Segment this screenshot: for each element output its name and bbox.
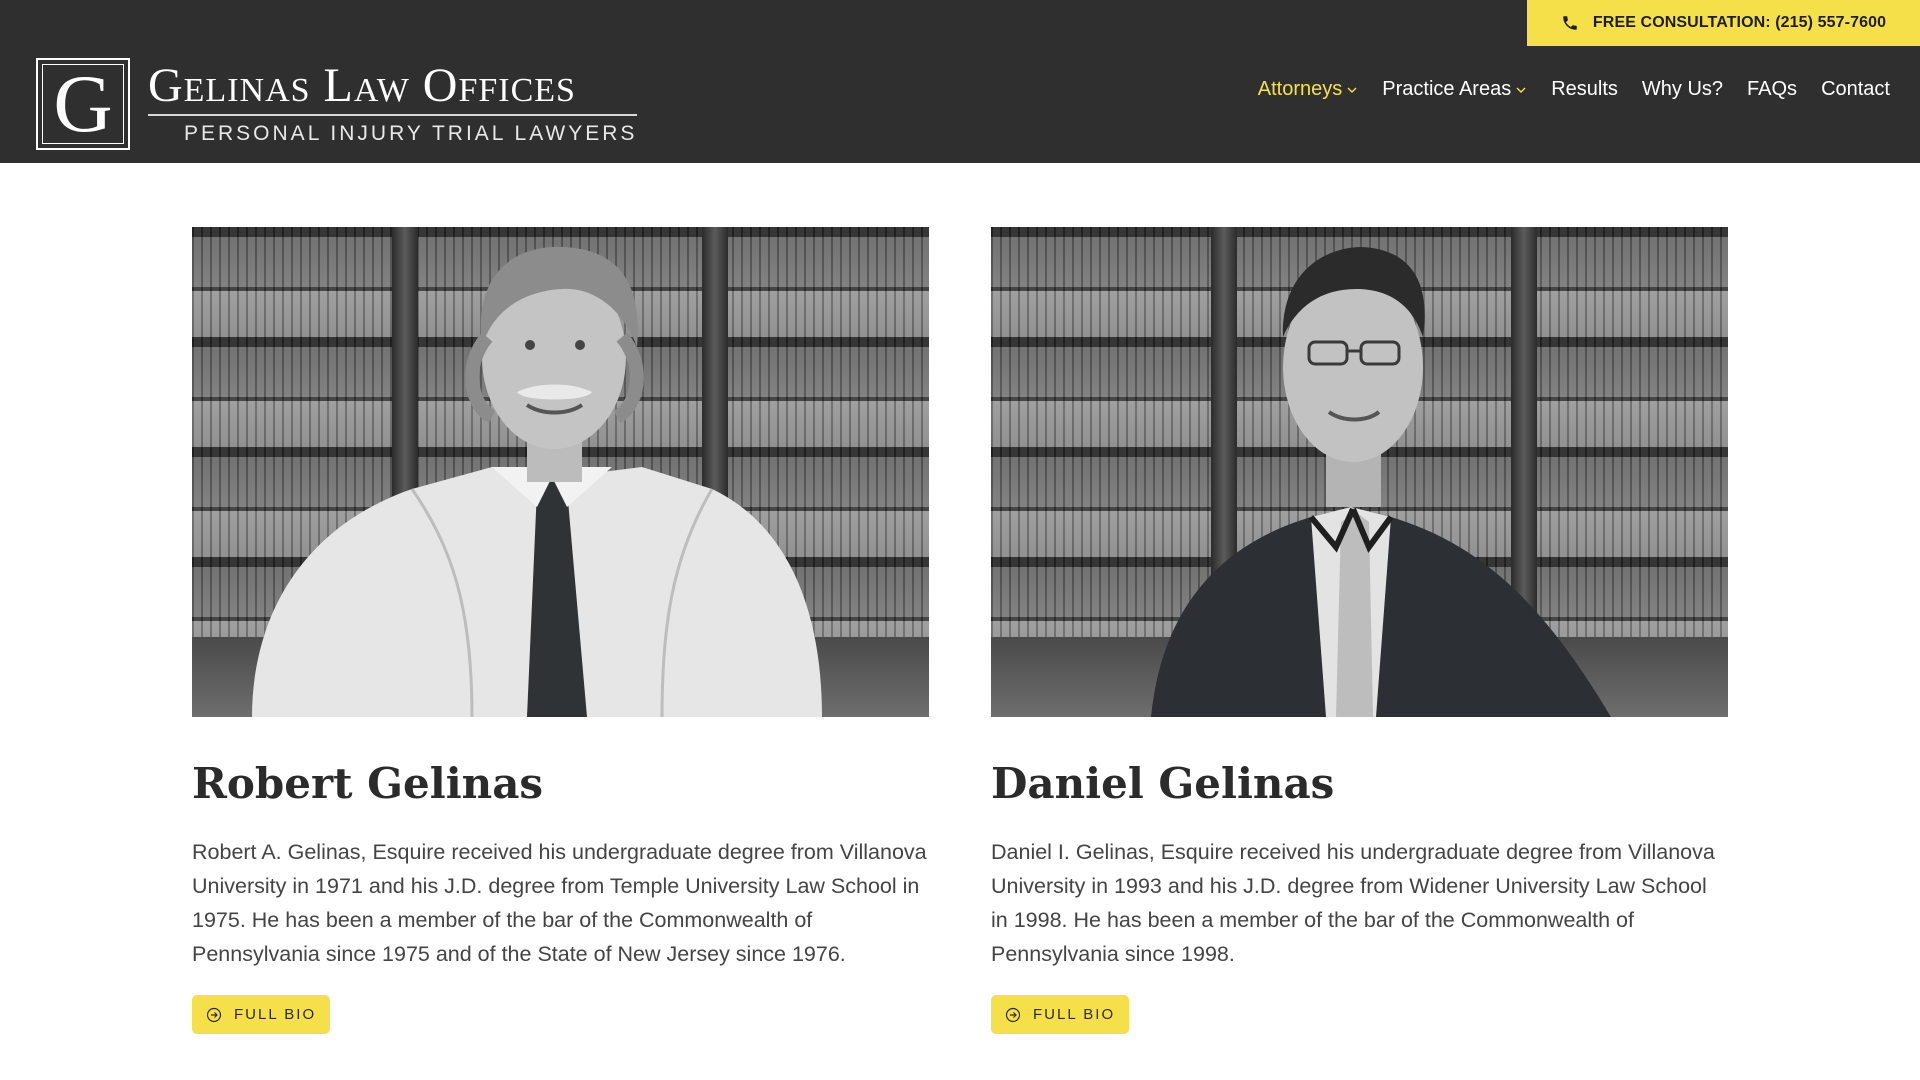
- attorney-photo-robert: [192, 227, 929, 717]
- nav-item-faqs[interactable]: FAQs: [1747, 78, 1797, 101]
- nav-item-practice-areas[interactable]: Practice Areas: [1382, 78, 1527, 101]
- full-bio-button[interactable]: FULL BIO: [991, 995, 1130, 1035]
- nav-item-contact[interactable]: Contact: [1821, 78, 1890, 101]
- site-header: FREE CONSULTATION: (215) 557-7600 G Geli…: [0, 0, 1920, 163]
- nav-label: Practice Areas: [1382, 78, 1512, 100]
- site-logo[interactable]: G Gelinas Law Offices PERSONAL INJURY TR…: [36, 58, 638, 150]
- main-nav: Attorneys Practice Areas Results Why Us?…: [1258, 78, 1890, 101]
- attorney-card-daniel: Daniel Gelinas Daniel I. Gelinas, Esquir…: [991, 227, 1728, 1035]
- arrow-circle-right-icon: [206, 1007, 222, 1022]
- logo-monogram: G: [36, 58, 130, 150]
- full-bio-label: FULL BIO: [234, 1006, 317, 1024]
- arrow-circle-right-icon: [1005, 1007, 1021, 1022]
- portrait-illustration: [252, 246, 822, 717]
- logo-subtitle: PERSONAL INJURY TRIAL LAWYERS: [184, 122, 638, 145]
- nav-label: Why Us?: [1641, 78, 1724, 100]
- portrait-illustration: [1151, 247, 1611, 717]
- chevron-down-icon: [1347, 87, 1357, 93]
- nav-item-why-us[interactable]: Why Us?: [1642, 78, 1723, 101]
- nav-label: FAQs: [1747, 78, 1798, 100]
- attorney-name: Robert Gelinas: [192, 759, 544, 808]
- logo-title: Gelinas Law Offices: [148, 62, 638, 116]
- attorney-bio: Robert A. Gelinas, Esquire received his …: [192, 840, 927, 967]
- attorney-card-robert: Robert Gelinas Robert A. Gelinas, Esquir…: [192, 227, 929, 1035]
- free-consultation-button[interactable]: FREE CONSULTATION: (215) 557-7600: [1527, 0, 1920, 46]
- full-bio-button[interactable]: FULL BIO: [192, 995, 331, 1035]
- nav-label: Attorneys: [1257, 78, 1343, 100]
- consultation-label: FREE CONSULTATION: (215) 557-7600: [1592, 14, 1887, 31]
- phone-icon: [1563, 16, 1577, 30]
- nav-item-results[interactable]: Results: [1551, 78, 1618, 101]
- attorney-name: Daniel Gelinas: [991, 759, 1335, 808]
- nav-label: Results: [1551, 78, 1618, 100]
- nav-label: Contact: [1821, 78, 1890, 100]
- attorney-bio: Daniel I. Gelinas, Esquire received his …: [991, 840, 1715, 967]
- attorney-photo-daniel: [991, 227, 1728, 717]
- logo-text: Gelinas Law Offices PERSONAL INJURY TRIA…: [148, 62, 638, 146]
- full-bio-label: FULL BIO: [1033, 1006, 1116, 1024]
- chevron-down-icon: [1516, 87, 1526, 93]
- nav-item-attorneys[interactable]: Attorneys: [1258, 78, 1358, 101]
